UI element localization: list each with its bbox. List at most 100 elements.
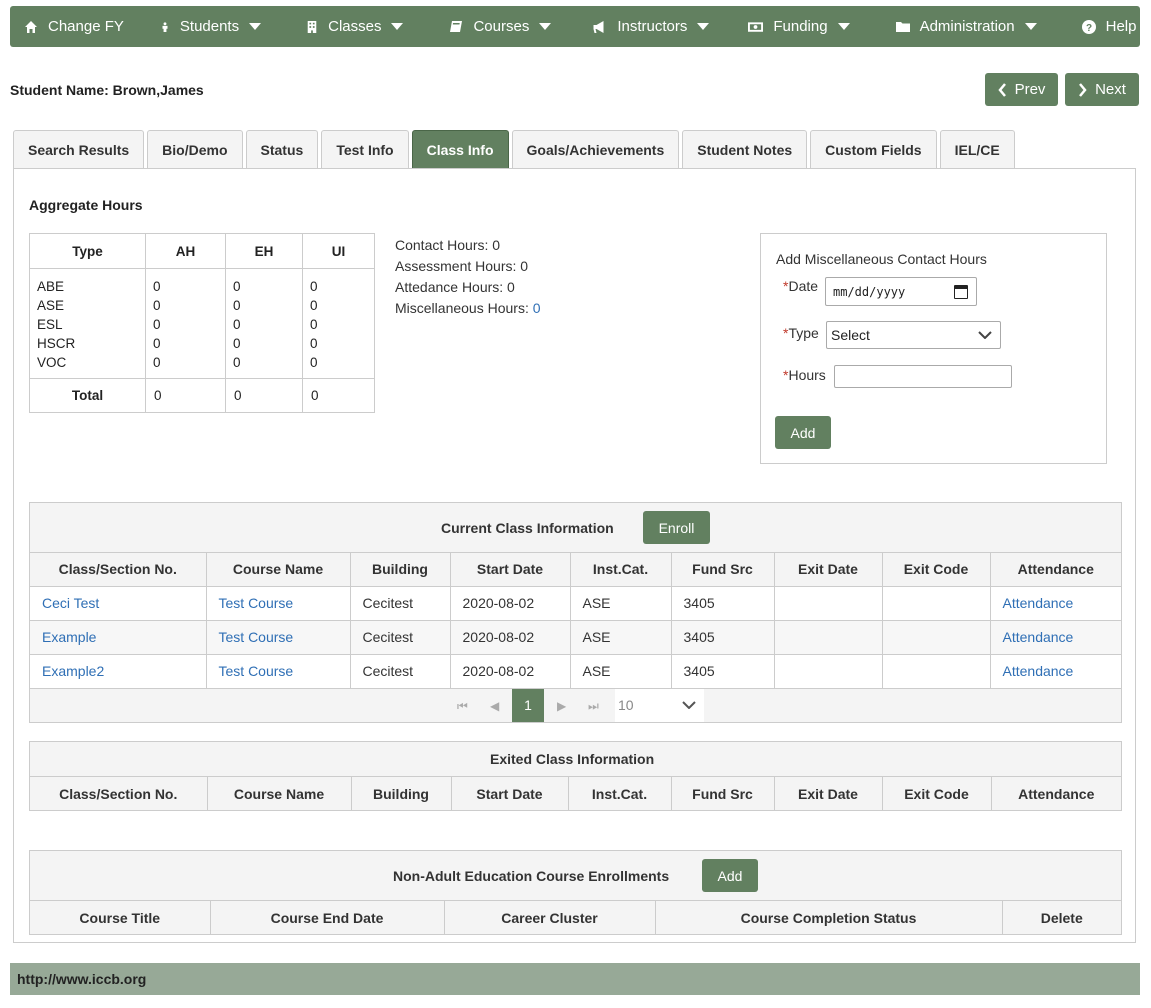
class-section-link[interactable]: Ceci Test [42, 595, 99, 611]
page-size-select[interactable]: 10 [615, 688, 704, 722]
non-adult-table: Course Title Course End Date Career Clus… [30, 901, 1121, 934]
exited-class-section: Exited Class Information Class/Section N… [29, 741, 1122, 811]
chevron-left-icon [997, 82, 1006, 97]
course-name-link[interactable]: Test Course [219, 663, 294, 679]
col-header: Start Date [450, 553, 571, 587]
page-number[interactable]: 1 [512, 688, 544, 722]
current-class-section: Current Class Information Enroll Class/S… [29, 502, 1122, 723]
attendance-link[interactable]: Attendance [1003, 629, 1074, 645]
exit-code-cell [882, 620, 991, 655]
col-header: Course Name [206, 553, 351, 587]
prev-button[interactable]: Prev [985, 73, 1058, 106]
nav-label: Students [179, 18, 240, 35]
attendance-link[interactable]: Attendance [1003, 595, 1074, 611]
col-header: Exit Code [882, 553, 991, 587]
tab-custom-fields[interactable]: Custom Fields [810, 130, 937, 169]
col-header: Building [350, 553, 451, 587]
course-name-cell: Test Course [206, 654, 351, 689]
chevron-right-icon [1079, 82, 1087, 97]
svg-text:?: ? [1086, 23, 1092, 34]
tab-goals-achievements[interactable]: Goals/Achievements [511, 130, 680, 169]
home-icon [25, 20, 37, 33]
nav-instructors[interactable]: Instructors [564, 6, 722, 47]
ui-cell: 0 0 0 0 0 [302, 268, 375, 379]
class-section-link[interactable]: Example [42, 629, 96, 645]
prev-page-icon[interactable]: ◀ [490, 699, 499, 713]
type-label: HSCR [37, 336, 76, 351]
nav-students[interactable]: Students [137, 6, 274, 47]
type-select[interactable]: Select [826, 321, 1001, 349]
col-header: Exit Date [774, 777, 883, 810]
chevron-down-icon [837, 23, 850, 30]
footer-url: http://www.iccb.org [17, 971, 147, 987]
next-page-icon[interactable]: ▶ [557, 699, 566, 713]
course-name-link[interactable]: Test Course [219, 629, 294, 645]
nav-courses[interactable]: Courses [416, 6, 564, 47]
type-cell: ABE ASE ESL HSCR VOC [29, 268, 146, 379]
ui-value: 0 [310, 355, 318, 370]
chevron-down-icon [1024, 23, 1037, 30]
table-row: Ceci Test Test Course Cecitest 2020-08-0… [30, 586, 1121, 621]
start-date-cell: 2020-08-02 [450, 654, 571, 689]
nav-administration[interactable]: Administration [863, 6, 1050, 47]
nav-label: Instructors [617, 18, 688, 35]
calendar-icon[interactable] [954, 285, 968, 299]
misc-form-title: Add Miscellaneous Contact Hours [776, 251, 987, 267]
assessment-hours: Assessment Hours: 0 [395, 258, 529, 274]
col-header: Inst.Cat. [570, 553, 672, 587]
ah-value: 0 [153, 317, 161, 332]
chevron-down-icon [682, 701, 696, 709]
col-header: Delete [1002, 901, 1121, 934]
add-enrollment-button[interactable]: Add [702, 859, 758, 892]
last-page-icon[interactable]: ⏭ [588, 699, 599, 714]
type-label: VOC [37, 355, 67, 370]
enroll-button[interactable]: Enroll [643, 511, 710, 544]
eh-value: 0 [233, 355, 241, 370]
aggregate-hours-table: Type AH EH UI ABE ASE ESL HSCR VOC 0 0 0… [29, 233, 375, 413]
tab-bio-demo[interactable]: Bio/Demo [147, 130, 243, 169]
tab-class-info[interactable]: Class Info [411, 130, 509, 169]
date-input[interactable]: mm/dd/yyyy [825, 277, 977, 306]
prev-label: Prev [1014, 81, 1046, 98]
col-header: Exit Date [774, 553, 883, 587]
class-section-link[interactable]: Example2 [42, 663, 104, 679]
first-page-icon[interactable]: ⏮ [457, 699, 468, 714]
current-class-title: Current Class Information [441, 520, 614, 536]
tab-status[interactable]: Status [245, 130, 319, 169]
attendance-cell: Attendance [990, 586, 1121, 621]
eh-value: 0 [233, 317, 241, 332]
money-icon [748, 21, 764, 32]
next-button[interactable]: Next [1065, 73, 1139, 106]
ui-value: 0 [310, 336, 318, 351]
col-header: Course Completion Status [655, 901, 1003, 934]
tab-search-results[interactable]: Search Results [13, 130, 145, 169]
exited-class-title: Exited Class Information [490, 751, 655, 767]
tab-iel-ce[interactable]: IEL/CE [939, 130, 1015, 169]
exit-code-cell [882, 654, 991, 689]
current-class-table: Class/Section No. Course Name Building S… [30, 553, 1121, 689]
date-placeholder: mm/dd/yyyy [833, 284, 906, 299]
ah-value: 0 [153, 355, 161, 370]
tab-student-notes[interactable]: Student Notes [682, 130, 808, 169]
ah-value: 0 [153, 279, 161, 294]
add-misc-hours-button[interactable]: Add [775, 416, 831, 449]
student-name: Student Name: Brown,James [10, 82, 204, 98]
table-pager: ⏮ ◀ 1 ▶ ⏭ 10 [30, 688, 1121, 722]
top-nav: Change FY Students Classes Courses Instr… [10, 6, 1151, 47]
tab-test-info[interactable]: Test Info [321, 130, 409, 169]
course-name-cell: Test Course [206, 620, 351, 655]
tab-bar: Search Results Bio/Demo Status Test Info… [13, 130, 1018, 169]
next-label: Next [1095, 81, 1126, 98]
nav-change-fy[interactable]: Change FY [10, 6, 137, 47]
course-name-link[interactable]: Test Course [219, 595, 294, 611]
nav-funding[interactable]: Funding [722, 6, 862, 47]
hours-label-text: Hours [788, 367, 826, 383]
attendance-link[interactable]: Attendance [1003, 663, 1074, 679]
misc-hours-link[interactable]: 0 [533, 300, 541, 316]
chevron-down-icon [978, 331, 992, 339]
nav-classes[interactable]: Classes [274, 6, 416, 47]
nav-help[interactable]: ? Help [1050, 6, 1151, 47]
col-header: Inst.Cat. [568, 777, 672, 810]
hours-input[interactable] [834, 365, 1012, 388]
non-adult-header: Non-Adult Education Course Enrollments A… [30, 851, 1121, 901]
